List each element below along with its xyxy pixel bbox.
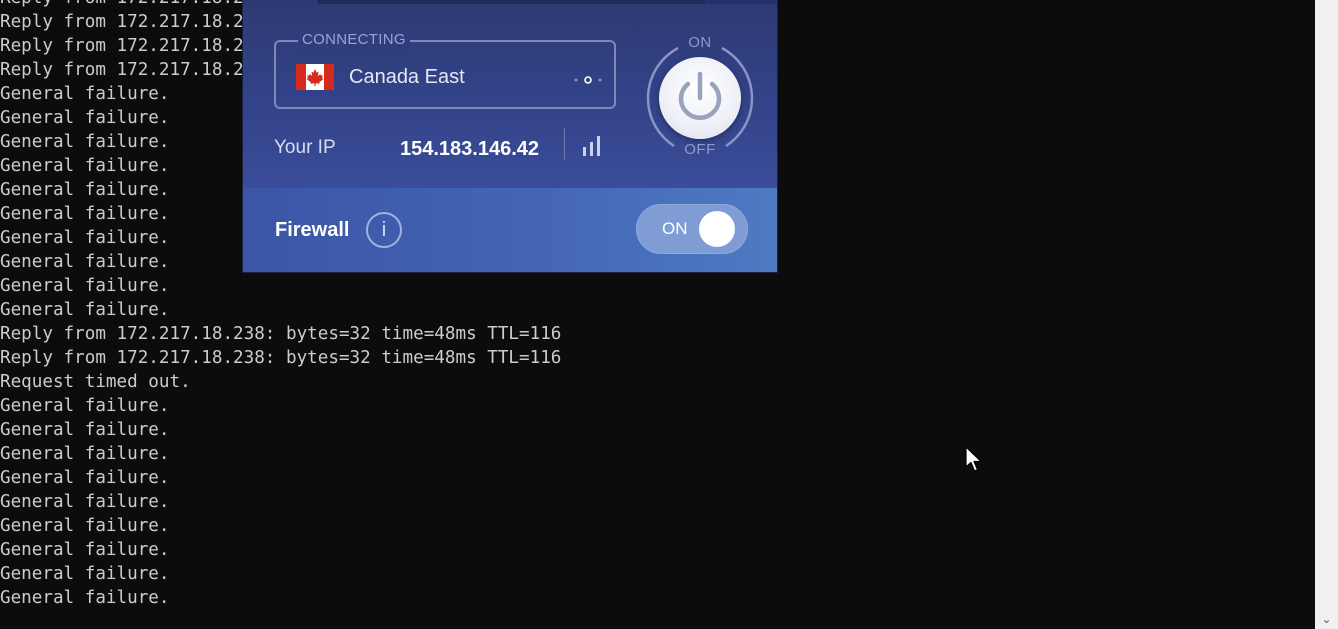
terminal-line: General failure. xyxy=(0,396,170,416)
terminal-line: General failure. xyxy=(0,540,170,560)
firewall-toggle-label: ON xyxy=(662,219,688,238)
canada-flag-icon xyxy=(296,64,334,90)
power-button[interactable] xyxy=(659,57,741,139)
terminal-line: Reply from 172.217.18.238: bytes=32 time… xyxy=(0,348,562,368)
terminal-line: General failure. xyxy=(0,420,170,440)
terminal-line: Reply from 172.217.18.238: bytes=32 time… xyxy=(0,324,562,344)
terminal-line: Request timed out. xyxy=(0,372,191,392)
terminal-line: General failure. xyxy=(0,588,170,608)
connection-status: CONNECTING xyxy=(298,31,410,49)
panel-top-edge xyxy=(318,0,705,4)
info-icon[interactable]: i xyxy=(366,212,402,248)
location-name: Canada East xyxy=(349,66,465,88)
ip-divider xyxy=(564,128,565,160)
vpn-connection-section: CONNECTING Canada East Your IP 154.183.1… xyxy=(243,0,777,188)
terminal-line: General failure. xyxy=(0,444,170,464)
terminal-line: General failure. xyxy=(0,276,170,296)
ip-label: Your IP xyxy=(274,137,336,158)
power-on-label: ON xyxy=(688,34,712,51)
power-off-label: OFF xyxy=(684,141,716,158)
connecting-spinner-icon xyxy=(572,72,604,84)
power-control: ON OFF xyxy=(638,32,762,162)
ip-value: 154.183.146.42 xyxy=(400,138,540,160)
firewall-toggle[interactable]: ON xyxy=(636,204,748,254)
terminal-line: General failure. xyxy=(0,492,170,512)
firewall-section: Firewall i ON xyxy=(243,188,777,272)
firewall-label: Firewall xyxy=(275,219,350,241)
power-icon xyxy=(678,71,722,120)
mouse-pointer-icon xyxy=(965,446,983,474)
terminal-scrollbar[interactable]: ⌄ xyxy=(1315,0,1338,629)
vpn-panel: CONNECTING Canada East Your IP 154.183.1… xyxy=(243,0,777,272)
scroll-down-button[interactable]: ⌄ xyxy=(1315,609,1338,629)
terminal-line: General failure. xyxy=(0,516,170,536)
terminal-line: General failure. xyxy=(0,300,170,320)
terminal-line: General failure. xyxy=(0,564,170,584)
toggle-knob xyxy=(699,211,735,247)
terminal-line: General failure. xyxy=(0,468,170,488)
panel-top-edge-right xyxy=(705,0,777,4)
location-selector[interactable]: CONNECTING Canada East xyxy=(274,31,616,109)
chevron-down-icon: ⌄ xyxy=(1321,612,1332,626)
signal-strength-icon[interactable] xyxy=(582,134,602,156)
